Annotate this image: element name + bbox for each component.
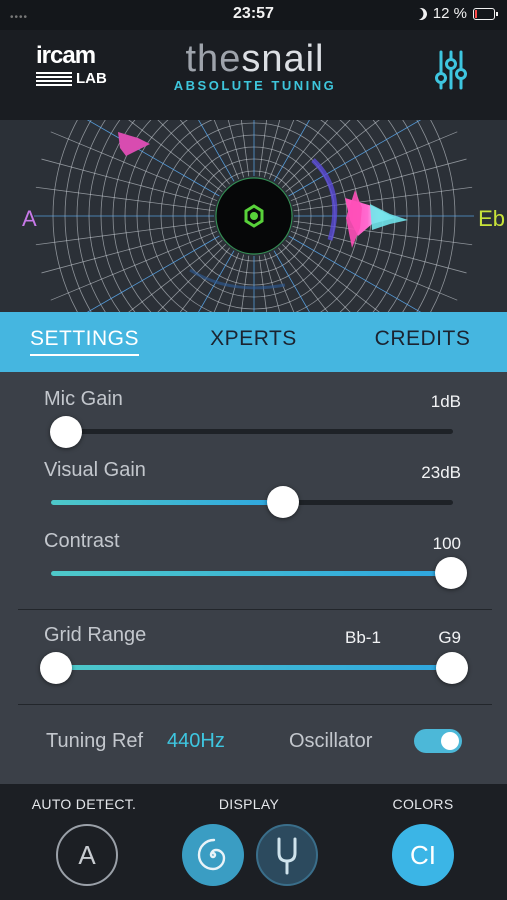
- colors-label: COLORS: [392, 796, 454, 812]
- colors-button[interactable]: CI: [392, 824, 454, 886]
- mic-gain-value: 1dB: [430, 392, 461, 411]
- grid-range-low-thumb[interactable]: [40, 652, 72, 684]
- status-bar: •••• 23:57 12 %: [0, 0, 507, 30]
- grid-spoke: [285, 120, 380, 192]
- spiral-icon: [197, 838, 226, 871]
- tab-xperts[interactable]: XPERTS: [169, 312, 338, 372]
- tuning-fork-icon: [277, 837, 297, 875]
- grid-range-high-thumb[interactable]: [436, 652, 468, 684]
- battery-percent: 12 %: [432, 5, 467, 22]
- logo-lab-text: LAB: [76, 70, 107, 87]
- grid-spoke: [258, 255, 268, 312]
- visual-gain-slider-thumb[interactable]: [267, 486, 299, 518]
- spiral-display-button[interactable]: [182, 824, 244, 886]
- snail-display[interactable]: A Eb: [0, 120, 507, 312]
- visual-gain-fill: [51, 500, 283, 505]
- grid-spoke: [213, 252, 240, 312]
- mic-gain-slider-thumb[interactable]: [50, 416, 82, 448]
- app-tagline: ABSOLUTE TUNING: [173, 78, 337, 93]
- auto-detect-button[interactable]: A: [56, 824, 118, 886]
- visual-gain-label: Visual Gain: [44, 459, 146, 481]
- bottom-bar: AUTO DETECT. DISPLAY COLORS A CI: [0, 784, 507, 900]
- grid-spoke: [240, 255, 250, 312]
- mic-gain-track[interactable]: [51, 429, 453, 434]
- grid-spoke: [258, 120, 268, 177]
- tuning-ref-label: Tuning Ref: [46, 730, 144, 752]
- grid-range-label: Grid Range: [44, 624, 147, 646]
- grid-range-fill: [56, 665, 452, 670]
- grid-spoke: [268, 120, 295, 180]
- contrast-label: Contrast: [44, 530, 120, 552]
- grid-range-max-value: G9: [438, 628, 461, 647]
- grid-spoke: [128, 120, 223, 192]
- battery-icon: [473, 7, 498, 20]
- moon-icon: [413, 5, 429, 21]
- auto-detect-label: AUTO DETECT.: [31, 796, 137, 812]
- note-label-right: Eb: [478, 206, 505, 231]
- app-name: thesnail: [185, 38, 325, 80]
- note-label-left: A: [22, 206, 37, 231]
- snail-spiral-graphic: [34, 120, 474, 312]
- tuner-display-button[interactable]: [256, 824, 318, 886]
- tab-bar: SETTINGS XPERTS CREDITS: [0, 312, 507, 372]
- contrast-slider-thumb[interactable]: [435, 557, 467, 589]
- logo-stripes: [36, 71, 72, 86]
- grid-spoke: [285, 240, 380, 312]
- grid-spoke: [213, 120, 240, 180]
- settings-panel: Mic Gain 1dB Visual Gain 23dB Contrast 1…: [0, 372, 507, 784]
- divider: [18, 609, 492, 610]
- contrast-fill: [51, 571, 451, 576]
- contrast-value: 100: [432, 534, 461, 553]
- grid-range-min-value: Bb-1: [345, 628, 381, 647]
- grid-spoke: [268, 252, 295, 312]
- ircam-lab-logo: ircam LAB: [36, 44, 108, 87]
- app-header: ircam LAB thesnail ABSOLUTE TUNING: [0, 30, 507, 120]
- tuning-ref-value[interactable]: 440Hz: [167, 730, 225, 753]
- grid-spoke: [240, 120, 250, 177]
- divider: [18, 704, 492, 705]
- status-right: 12 %: [413, 5, 498, 22]
- app-brand: thesnail ABSOLUTE TUNING: [160, 38, 350, 93]
- tab-credits[interactable]: CREDITS: [338, 312, 507, 372]
- visual-gain-value: 23dB: [421, 463, 461, 482]
- tab-settings[interactable]: SETTINGS: [0, 312, 169, 372]
- oscillator-toggle[interactable]: [414, 729, 462, 753]
- display-label: DISPLAY: [218, 796, 280, 812]
- sliders-icon[interactable]: [433, 48, 469, 92]
- logo-ircam-text: ircam: [36, 42, 96, 69]
- toggle-knob: [441, 732, 459, 750]
- oscillator-label: Oscillator: [289, 730, 373, 752]
- mic-gain-label: Mic Gain: [44, 388, 123, 410]
